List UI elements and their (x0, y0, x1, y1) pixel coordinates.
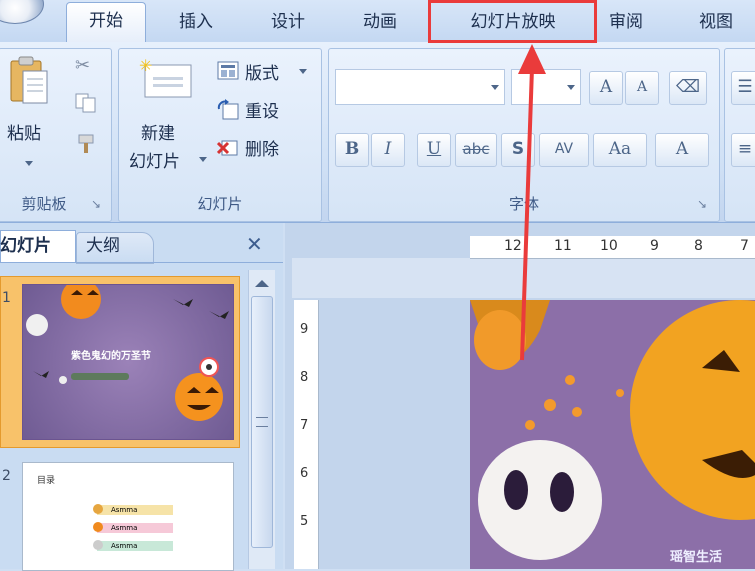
shadow-button[interactable]: S (501, 133, 535, 167)
thumbnail-1-bar (71, 373, 129, 380)
shrink-font-button[interactable]: A (625, 71, 659, 105)
paste-dropdown-icon[interactable] (25, 161, 33, 166)
change-case-button[interactable]: Aa (593, 133, 647, 167)
copy-icon[interactable] (75, 93, 97, 113)
ruler-label: 5 (300, 514, 309, 529)
font-size-dropdown-icon[interactable] (567, 85, 575, 90)
thumbnail-2-bullet-icon (93, 522, 103, 532)
clear-format-icon[interactable]: ⌫ (669, 71, 707, 105)
svg-text:✳: ✳ (139, 57, 152, 75)
strikethrough-button[interactable]: abc (455, 133, 497, 167)
slides-group: ✳ 新建 幻灯片 版式 重设 删除 幻灯片 (118, 48, 322, 222)
thumbnail-2-item: Asmma (97, 505, 173, 515)
ruler-label: 6 (300, 466, 309, 481)
ruler-label: 8 (694, 238, 703, 254)
office-button[interactable] (0, 0, 44, 24)
editor-gradient (292, 258, 755, 298)
grow-font-button[interactable]: A (589, 71, 623, 105)
font-name-combo[interactable] (335, 69, 505, 105)
reset-button[interactable]: 重设 (245, 97, 279, 122)
tab-design[interactable]: 设计 (252, 4, 324, 40)
clipboard-group-label: 剪贴板 (21, 195, 67, 213)
italic-button[interactable]: I (371, 133, 405, 167)
thumbnail-2-item: Asmma (97, 541, 173, 551)
tab-view[interactable]: 视图 (686, 4, 746, 40)
ruler-label: 8 (300, 370, 309, 385)
layout-icon[interactable] (217, 61, 239, 81)
tab-animation[interactable]: 动画 (344, 4, 416, 40)
paragraph-group: ☰ ≡ (724, 48, 755, 222)
panel-scrollbar[interactable] (248, 270, 275, 569)
cut-icon[interactable]: ✂ (75, 55, 97, 77)
delete-button[interactable]: 删除 (245, 135, 279, 160)
ruler-label: 7 (740, 238, 749, 254)
char-spacing-button[interactable]: AV (539, 133, 589, 167)
slides-group-label: 幻灯片 (197, 195, 243, 213)
slide-number: 1 (2, 290, 11, 306)
slide-canvas[interactable]: 瑶智生活 (470, 300, 755, 569)
watermark-text: 瑶智生活 (670, 550, 723, 565)
tab-slides[interactable]: 幻灯片 (0, 230, 51, 262)
ruler-label: 9 (300, 322, 309, 337)
slide-number: 2 (2, 468, 11, 484)
dialog-launcher-icon[interactable]: ↘ (91, 197, 101, 211)
scroll-up-icon[interactable] (255, 280, 269, 287)
font-name-dropdown-icon[interactable] (491, 85, 499, 90)
paste-label[interactable]: 粘贴 (7, 119, 41, 144)
thumbnail-2-title: 目录 (37, 476, 56, 486)
thumbnail-2-bullet-icon (93, 504, 103, 514)
ribbon-tab-bar: 开始 插入 设计 动画 幻灯片放映 审阅 视图 (0, 0, 755, 43)
thumbnail-1-art (26, 285, 229, 421)
layout-button[interactable]: 版式 (245, 59, 279, 84)
slide-thumbnail-2[interactable]: 目录 Asmma Asmma Asmma (22, 462, 234, 571)
font-color-button[interactable]: A (655, 133, 709, 167)
vertical-ruler[interactable]: 9 8 7 6 5 (294, 300, 319, 569)
font-group-label: 字体 (508, 195, 539, 213)
reset-icon[interactable] (217, 99, 239, 121)
tab-insert[interactable]: 插入 (160, 4, 232, 40)
thumbnail-2-item: Asmma (97, 523, 173, 533)
bold-button[interactable]: B (335, 133, 369, 167)
scroll-thumb[interactable] (251, 296, 273, 548)
layout-dropdown-icon[interactable] (299, 69, 307, 74)
ruler-label: 10 (600, 238, 618, 254)
underline-button[interactable]: U (417, 133, 451, 167)
slide-thumbnail-1[interactable]: 紫色鬼幻的万圣节 (22, 284, 234, 440)
scroll-grip-icon (256, 417, 268, 427)
paste-icon[interactable] (9, 55, 49, 107)
thumbnail-2-bullet-icon (93, 540, 103, 550)
ruler-label: 9 (650, 238, 659, 254)
font-dialog-launcher-icon[interactable]: ↘ (697, 197, 707, 211)
clipboard-group: 粘贴 ✂ 剪贴板 ↘ (0, 48, 112, 222)
thumbnail-1-title: 紫色鬼幻的万圣节 (71, 351, 151, 362)
align-icon[interactable]: ≡ (731, 133, 755, 167)
delete-icon[interactable] (216, 137, 239, 159)
panel-divider (0, 262, 283, 263)
tab-outline[interactable]: 大纲 (86, 230, 120, 262)
tab-review[interactable]: 审阅 (596, 4, 656, 40)
ruler-label: 12 (504, 238, 522, 254)
tab-home[interactable]: 开始 (66, 2, 146, 43)
slideshow-tab-highlight (428, 0, 597, 43)
new-slide-icon[interactable]: ✳ (137, 56, 195, 99)
new-slide-label[interactable]: 新建 (141, 119, 175, 144)
close-panel-icon[interactable]: ✕ (246, 232, 263, 256)
new-slide-dropdown-icon[interactable] (199, 157, 207, 162)
ruler-label: 11 (554, 238, 572, 254)
font-group: A A ⌫ B I U abc S AV Aa A 字体 ↘ (328, 48, 720, 222)
horizontal-ruler[interactable]: 12 11 10 9 8 7 (470, 236, 755, 259)
ruler-label: 7 (300, 418, 309, 433)
new-slide-label-2[interactable]: 幻灯片 (129, 147, 180, 172)
format-painter-icon[interactable] (75, 133, 97, 155)
bullets-icon[interactable]: ☰ (731, 71, 755, 105)
slide-artwork (470, 300, 755, 560)
